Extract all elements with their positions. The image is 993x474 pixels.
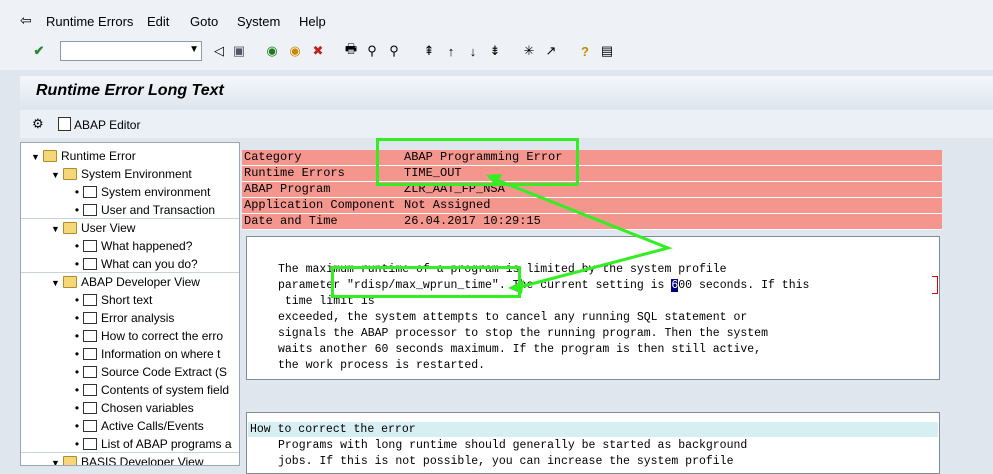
command-field[interactable]: ▼ xyxy=(60,41,202,61)
folder-icon xyxy=(63,222,77,234)
find-next-icon[interactable]: ⚲ xyxy=(385,42,403,60)
print-icon[interactable]: 🖶 xyxy=(342,41,360,60)
save-icon[interactable]: ▣ xyxy=(230,42,248,60)
find-icon[interactable]: ⚲ xyxy=(363,42,381,60)
last-page-icon[interactable]: ⇟ xyxy=(486,42,504,60)
tree-node-system-fields[interactable]: • Contents of system field xyxy=(71,381,229,399)
menu-goto[interactable]: Goto xyxy=(190,14,218,29)
help-icon[interactable]: ? xyxy=(576,42,594,60)
document-icon xyxy=(83,330,97,342)
exit-icon[interactable]: ◉ xyxy=(286,42,304,60)
text-line: waits another 60 seconds maximum. If the… xyxy=(278,343,762,356)
tree-node-basis-developer-view[interactable]: ▼ BASIS Developer View xyxy=(51,453,204,465)
next-page-icon[interactable]: ↓ xyxy=(464,42,482,60)
document-icon xyxy=(83,312,97,324)
text-line: jobs. If this is not possible, you can i… xyxy=(278,455,734,468)
text-line: exceeded, the system attempts to cancel … xyxy=(278,311,748,324)
menu-edit[interactable]: Edit xyxy=(147,14,169,29)
menu-exit-icon[interactable]: ⇦ xyxy=(20,12,32,29)
tree-node-what-can-you-do[interactable]: • What can you do? xyxy=(71,255,198,273)
standard-toolbar: ✔ ▼ ◁ ▣ ◉ ◉ ✖ 🖶 ⚲ ⚲ ⇞ ↑ ↓ ⇟ ✳ ↗ ? ▤ xyxy=(0,36,993,70)
selection-mark-right xyxy=(932,276,938,294)
expand-icon[interactable]: ▼ xyxy=(51,274,63,292)
document-icon xyxy=(83,420,97,432)
expand-icon[interactable]: ▼ xyxy=(31,148,43,166)
page-title: Runtime Error Long Text xyxy=(36,82,224,99)
tree-node-runtime-error[interactable]: ▼ Runtime Error xyxy=(31,147,136,165)
abap-editor-button[interactable]: ABAP Editor xyxy=(58,117,140,132)
back-icon[interactable]: ◉ xyxy=(263,42,281,60)
menu-system[interactable]: System xyxy=(237,14,280,29)
text-line: the work process is restarted. xyxy=(278,359,486,372)
editor-icon xyxy=(58,117,71,131)
document-icon xyxy=(83,402,97,414)
layout-menu-icon[interactable]: ▤ xyxy=(598,42,616,60)
folder-icon xyxy=(63,168,77,180)
document-icon xyxy=(83,240,97,252)
tree-node-short-text[interactable]: • Short text xyxy=(71,291,152,309)
tree-node-user-view[interactable]: ▼ User View xyxy=(51,219,135,237)
tree-node-source-code-extract[interactable]: • Source Code Extract (S xyxy=(71,363,227,381)
enter-icon[interactable]: ✔ xyxy=(30,42,48,60)
document-icon xyxy=(83,204,97,216)
back-small-icon[interactable]: ◁ xyxy=(210,42,228,60)
tree-node-what-happened[interactable]: • What happened? xyxy=(71,237,193,255)
document-icon xyxy=(83,366,97,378)
menu-runtime-errors[interactable]: Runtime Errors xyxy=(46,14,133,29)
tree-node-abap-developer-view[interactable]: ▼ ABAP Developer View xyxy=(51,273,200,291)
tree-node-user-transaction[interactable]: • User and Transaction xyxy=(71,201,215,219)
document-icon xyxy=(83,384,97,396)
expand-icon[interactable]: ▼ xyxy=(51,454,63,465)
folder-icon xyxy=(43,150,57,162)
folder-icon xyxy=(63,276,77,288)
tree-node-active-calls[interactable]: • Active Calls/Events xyxy=(71,417,204,435)
tree-node-system-environment[interactable]: ▼ System Environment xyxy=(51,165,192,183)
annotation-arrow xyxy=(486,174,673,294)
document-icon xyxy=(83,438,97,450)
chevron-down-icon[interactable]: ▼ xyxy=(189,44,199,55)
debugger-icon[interactable]: ⚙ xyxy=(32,116,44,132)
document-icon xyxy=(83,294,97,306)
menu-help[interactable]: Help xyxy=(299,14,326,29)
first-page-icon[interactable]: ⇞ xyxy=(420,42,438,60)
expand-icon[interactable]: ▼ xyxy=(51,166,63,184)
text-line: Programs with long runtime should genera… xyxy=(278,439,748,452)
header-row-category: Category ABAP Programming Error xyxy=(242,150,942,166)
tree-node-abap-programs[interactable]: • List of ABAP programs a xyxy=(71,435,232,453)
abap-editor-label: ABAP Editor xyxy=(74,118,141,132)
shortcut-icon[interactable]: ↗ xyxy=(542,42,560,60)
document-icon xyxy=(83,348,97,360)
application-toolbar: ⚙ ABAP Editor xyxy=(20,110,993,138)
tree-node-system-environment-doc[interactable]: • System environment xyxy=(71,183,211,201)
document-icon xyxy=(83,258,97,270)
tree-node-chosen-variables[interactable]: • Chosen variables xyxy=(71,399,194,417)
document-icon xyxy=(83,186,97,198)
create-session-icon[interactable]: ✳ xyxy=(520,42,538,60)
text-line: signals the ABAP processor to stop the r… xyxy=(278,327,768,340)
tree-node-information-where[interactable]: • Information on where t xyxy=(71,345,221,363)
folder-icon xyxy=(63,456,77,465)
expand-icon[interactable]: ▼ xyxy=(51,220,63,238)
cancel-icon[interactable]: ✖ xyxy=(309,42,327,60)
title-bar: Runtime Error Long Text xyxy=(20,76,993,108)
tree-node-how-to-correct[interactable]: • How to correct the erro xyxy=(71,327,223,345)
navigation-tree: ▼ Runtime Error ▼ System Environment • Syst… xyxy=(20,142,240,466)
previous-page-icon[interactable]: ↑ xyxy=(442,42,460,60)
menu-bar: ⇦ Runtime Errors Edit Goto System Help xyxy=(0,0,993,36)
tree-node-error-analysis[interactable]: • Error analysis xyxy=(71,309,174,327)
section-heading: How to correct the error xyxy=(250,423,416,436)
